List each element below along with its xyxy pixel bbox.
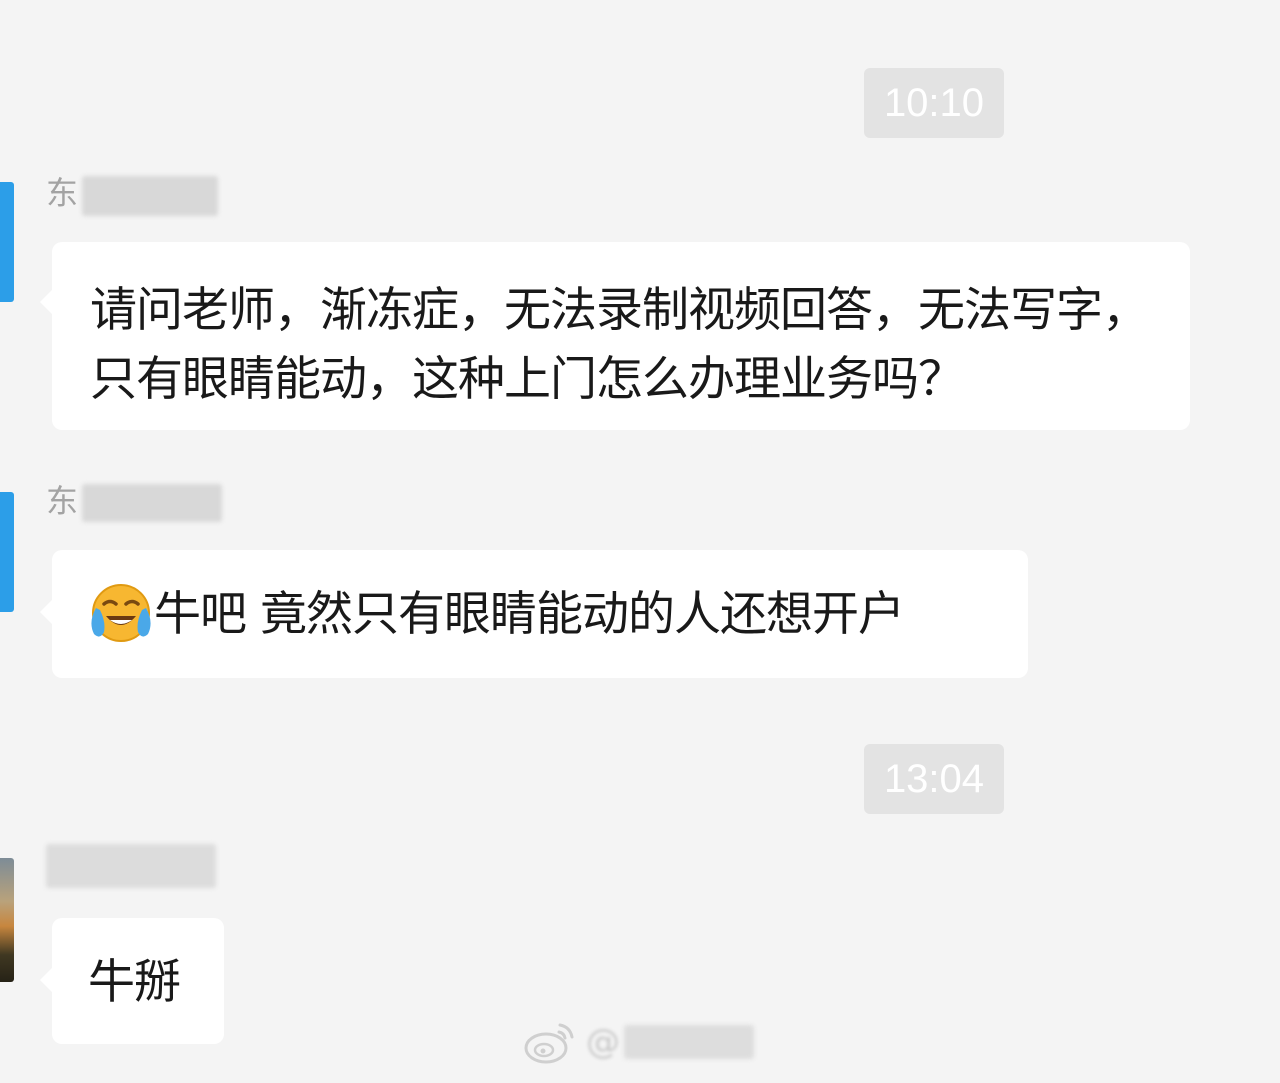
sender-name-visible: 东 xyxy=(46,482,79,520)
redacted-sender-name xyxy=(46,844,216,888)
redacted-watermark-name xyxy=(624,1025,754,1059)
timestamp-text: 10:10 xyxy=(883,81,985,125)
avatar[interactable] xyxy=(0,858,14,982)
weibo-watermark: @ xyxy=(522,1012,754,1072)
avatar[interactable] xyxy=(0,182,14,302)
timestamp-badge: 13:04 xyxy=(864,744,1004,814)
avatar[interactable] xyxy=(0,492,14,612)
redacted-sender-name xyxy=(82,484,222,522)
sender-name: 东 xyxy=(46,170,78,216)
message-text: 牛掰 xyxy=(88,955,181,1010)
message-bubble[interactable]: 请问老师，渐冻症，无法录制视频回答，无法写字，只有眼睛能动，这种上门怎么办理业务… xyxy=(40,242,1190,430)
sender-name-visible: 东 xyxy=(46,174,79,212)
crying-laughing-emoji-icon xyxy=(91,584,151,642)
message-bubble[interactable]: 牛掰 xyxy=(40,918,224,1044)
timestamp-text: 13:04 xyxy=(883,757,985,801)
timestamp-badge: 10:10 xyxy=(864,68,1004,138)
message-text: 牛吧 竟然只有眼睛能动的人还想开户 xyxy=(154,587,905,642)
watermark-text: @ xyxy=(586,1022,620,1062)
message-bubble[interactable]: 牛吧 竟然只有眼睛能动的人还想开户 xyxy=(40,550,1028,678)
message-text: 请问老师，渐冻症，无法录制视频回答，无法写字，只有眼睛能动，这种上门怎么办理业务… xyxy=(90,283,1149,407)
sender-name: 东 xyxy=(46,478,78,524)
weibo-icon xyxy=(524,1023,574,1064)
redacted-sender-name xyxy=(82,176,218,216)
